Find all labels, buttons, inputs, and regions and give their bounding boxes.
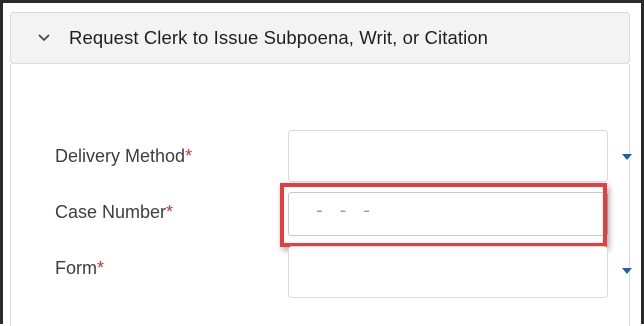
case-number-label: Case Number* — [55, 202, 173, 223]
delivery-method-select[interactable] — [288, 130, 608, 182]
required-marker: * — [185, 146, 193, 166]
delivery-method-label: Delivery Method* — [55, 146, 192, 167]
dropdown-arrow-icon[interactable] — [622, 154, 632, 160]
form-label-text: Form — [55, 258, 97, 278]
delivery-method-label-text: Delivery Method — [55, 146, 186, 166]
section-title: Request Clerk to Issue Subpoena, Writ, o… — [69, 27, 489, 48]
section-header[interactable]: Request Clerk to Issue Subpoena, Writ, o… — [10, 12, 630, 64]
dropdown-arrow-icon[interactable] — [622, 268, 632, 274]
required-marker: * — [97, 258, 105, 278]
case-number-label-text: Case Number — [55, 202, 167, 222]
form-select[interactable] — [288, 246, 608, 298]
case-number-input[interactable]: - - - — [288, 192, 608, 236]
chevron-down-icon[interactable] — [37, 31, 51, 45]
form-label: Form* — [55, 258, 104, 279]
case-number-placeholder: - - - — [314, 202, 374, 222]
required-marker: * — [166, 202, 174, 222]
